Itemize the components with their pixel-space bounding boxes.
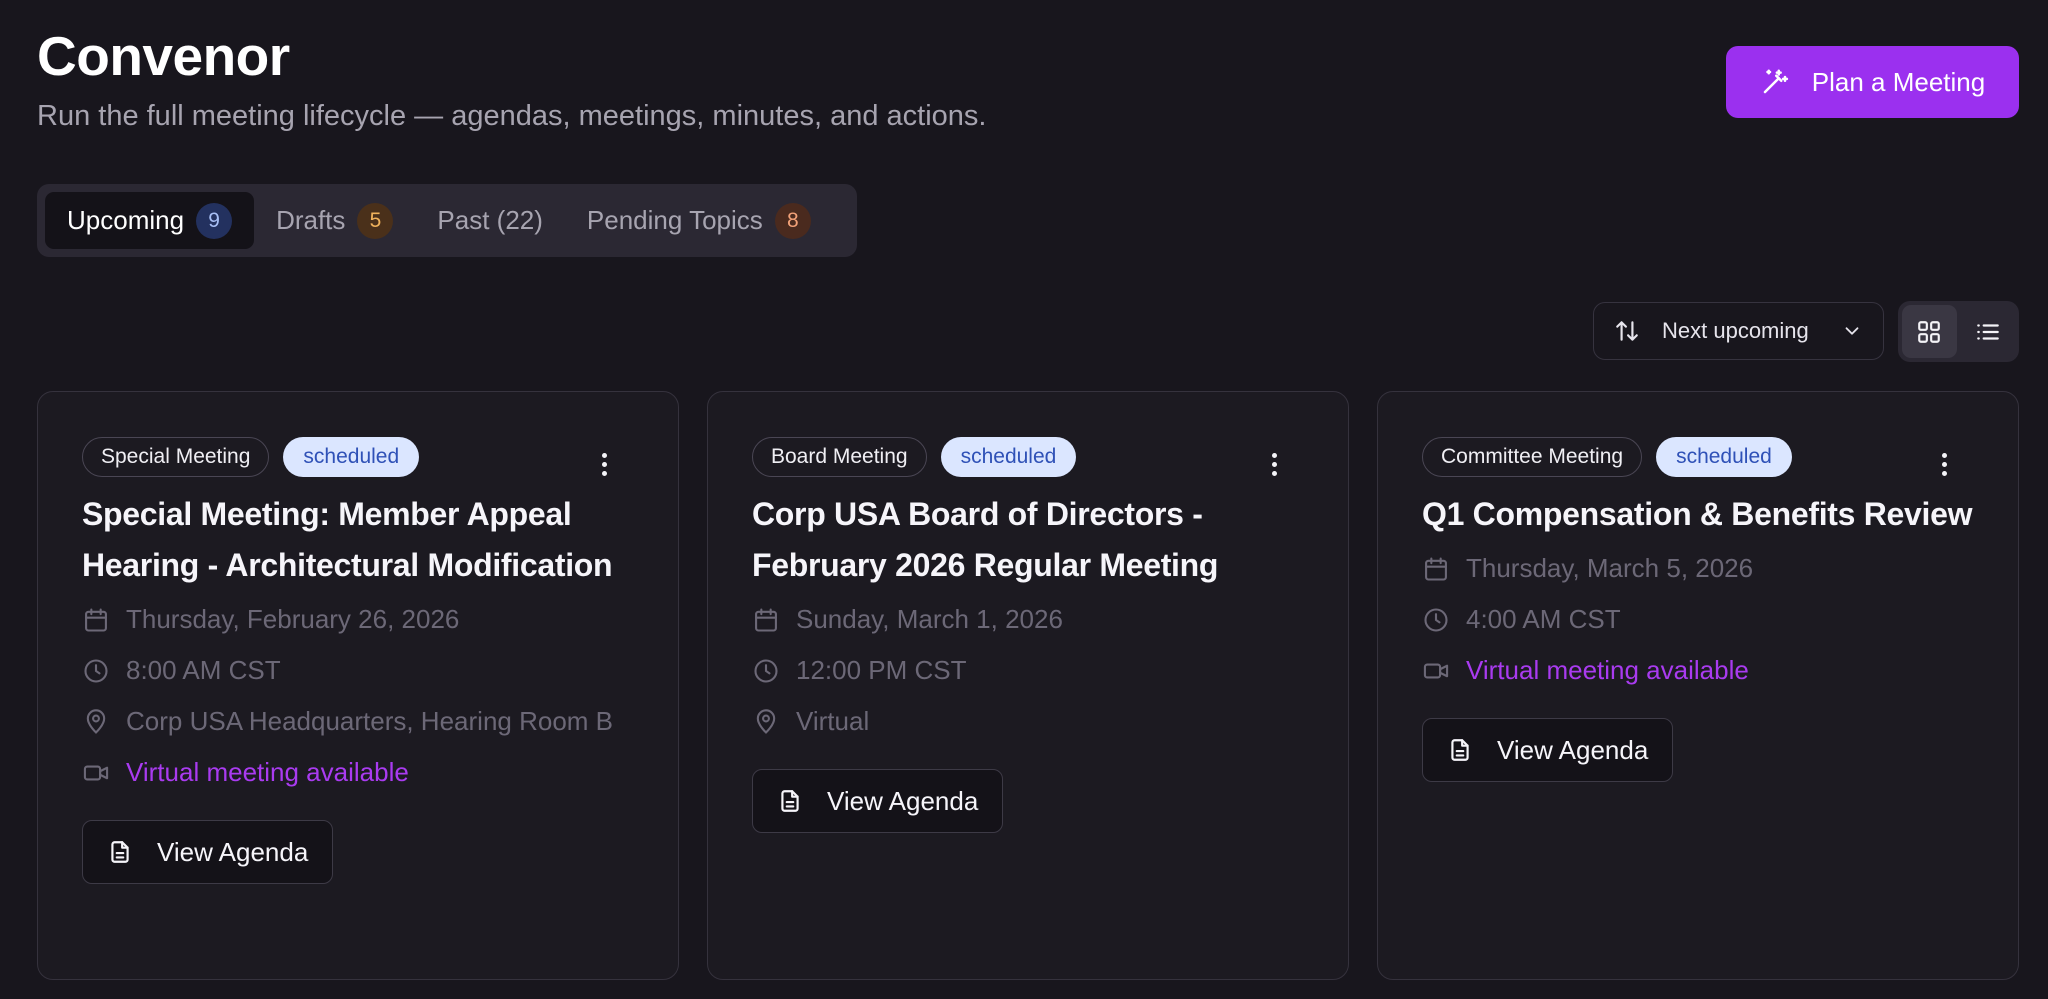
meeting-time: 4:00 AM CST bbox=[1422, 594, 1974, 645]
tab-drafts[interactable]: Drafts 5 bbox=[254, 192, 415, 249]
more-options-icon[interactable] bbox=[1932, 448, 1956, 480]
card-badges: Board Meeting scheduled bbox=[752, 437, 1304, 477]
chevron-down-icon bbox=[1845, 327, 1859, 335]
calendar-icon bbox=[755, 607, 777, 632]
tab-label: Upcoming bbox=[67, 205, 185, 235]
more-options-icon[interactable] bbox=[1262, 448, 1286, 480]
meeting-card[interactable]: Special Meeting scheduled Special Meetin… bbox=[37, 391, 679, 980]
meeting-date: Thursday, February 26, 2026 bbox=[82, 594, 634, 645]
meeting-title: Corp USA Board of Directors - February 2… bbox=[752, 496, 1219, 583]
view-agenda-button[interactable]: View Agenda bbox=[82, 820, 334, 884]
meeting-date: Thursday, March 5, 2026 bbox=[1422, 543, 1974, 594]
map-pin-icon bbox=[86, 708, 106, 734]
sort-dropdown[interactable]: Next upcoming bbox=[1593, 302, 1884, 360]
magic-wand-icon bbox=[1763, 69, 1788, 94]
status-badge: scheduled bbox=[283, 437, 420, 477]
meeting-time: 12:00 PM CST bbox=[752, 645, 1304, 696]
document-icon bbox=[111, 841, 129, 863]
meeting-title: Special Meeting: Member Appeal Hearing -… bbox=[82, 496, 613, 583]
meeting-time-text: 12:00 PM CST bbox=[796, 655, 967, 685]
meeting-time-text: 4:00 AM CST bbox=[1466, 604, 1621, 634]
view-toggle bbox=[1898, 301, 2019, 362]
meeting-time-text: 8:00 AM CST bbox=[126, 655, 281, 685]
plan-meeting-label: Plan a Meeting bbox=[1811, 66, 1986, 97]
meeting-location: Corp USA Headquarters, Hearing Room B bbox=[82, 696, 634, 747]
meeting-card[interactable]: Board Meeting scheduled Corp USA Board o… bbox=[707, 391, 1349, 980]
meeting-type-badge: Special Meeting bbox=[82, 437, 270, 477]
meeting-location-text: Virtual bbox=[796, 706, 870, 736]
meeting-date: Sunday, March 1, 2026 bbox=[752, 594, 1304, 645]
grid-view-button[interactable] bbox=[1902, 305, 1957, 358]
tab-upcoming[interactable]: Upcoming 9 bbox=[45, 192, 255, 249]
calendar-icon bbox=[1425, 556, 1447, 581]
list-icon bbox=[1976, 323, 1999, 340]
meeting-details: Thursday, February 26, 2026 8:00 AM CST … bbox=[82, 594, 634, 798]
video-camera-icon bbox=[83, 765, 109, 780]
view-agenda-button[interactable]: View Agenda bbox=[752, 769, 1004, 833]
tab-label: Drafts bbox=[276, 205, 346, 235]
grid-icon bbox=[1918, 320, 1941, 343]
more-options-icon[interactable] bbox=[592, 448, 616, 480]
app-root: Convenor Run the full meeting lifecycle … bbox=[0, 0, 2048, 999]
meeting-tabs: Upcoming 9 Drafts 5 Past (22) Pending To… bbox=[37, 184, 857, 257]
sort-arrows-icon bbox=[1616, 321, 1638, 341]
view-agenda-button[interactable]: View Agenda bbox=[1422, 718, 1674, 782]
meeting-title: Q1 Compensation & Benefits Review bbox=[1422, 496, 1973, 532]
view-agenda-label: View Agenda bbox=[827, 785, 979, 816]
tab-count-badge: 8 bbox=[774, 202, 811, 239]
meeting-date-text: Sunday, March 1, 2026 bbox=[796, 604, 1063, 634]
meeting-details: Sunday, March 1, 2026 12:00 PM CST Virtu… bbox=[752, 594, 1304, 747]
meeting-time: 8:00 AM CST bbox=[82, 645, 634, 696]
meeting-location: Virtual bbox=[752, 696, 1304, 747]
view-agenda-label: View Agenda bbox=[1497, 734, 1649, 765]
meeting-type-badge: Committee Meeting bbox=[1422, 437, 1643, 477]
status-badge: scheduled bbox=[1656, 437, 1792, 477]
status-badge: scheduled bbox=[940, 437, 1077, 477]
virtual-meeting-link[interactable]: Virtual meeting available bbox=[82, 747, 634, 798]
virtual-meeting-text: Virtual meeting available bbox=[126, 757, 409, 787]
clock-icon bbox=[754, 658, 778, 683]
virtual-meeting-text: Virtual meeting available bbox=[1466, 655, 1749, 685]
document-icon bbox=[1451, 739, 1469, 761]
tab-count-badge: 5 bbox=[357, 202, 394, 239]
plan-meeting-button[interactable]: Plan a Meeting bbox=[1726, 46, 2019, 118]
tab-label: Pending Topics bbox=[586, 205, 763, 235]
calendar-icon bbox=[85, 607, 107, 632]
list-view-button[interactable] bbox=[1961, 305, 2016, 358]
video-camera-icon bbox=[1423, 663, 1449, 678]
card-badges: Committee Meeting scheduled bbox=[1422, 437, 1974, 477]
document-icon bbox=[781, 790, 799, 812]
meeting-date-text: Thursday, March 5, 2026 bbox=[1466, 553, 1754, 583]
virtual-meeting-link[interactable]: Virtual meeting available bbox=[1422, 645, 1974, 696]
page-subtitle: Run the full meeting lifecycle — agendas… bbox=[37, 100, 987, 132]
meeting-location-text: Corp USA Headquarters, Hearing Room B bbox=[126, 706, 614, 736]
meeting-date-text: Thursday, February 26, 2026 bbox=[126, 604, 460, 634]
tab-past[interactable]: Past (22) bbox=[415, 192, 565, 249]
meeting-card[interactable]: Committee Meeting scheduled Q1 Compensat… bbox=[1377, 391, 2019, 980]
map-pin-icon bbox=[756, 708, 776, 734]
clock-icon bbox=[1424, 607, 1448, 632]
tab-count-badge: 9 bbox=[196, 202, 233, 239]
tab-label: Past (22) bbox=[437, 205, 543, 235]
tab-pending-topics[interactable]: Pending Topics 8 bbox=[565, 192, 833, 249]
clock-icon bbox=[84, 658, 108, 683]
page-title: Convenor bbox=[37, 25, 290, 87]
meeting-type-badge: Board Meeting bbox=[752, 437, 927, 477]
card-badges: Special Meeting scheduled bbox=[82, 437, 634, 477]
sort-label: Next upcoming bbox=[1662, 318, 1809, 343]
view-agenda-label: View Agenda bbox=[157, 836, 309, 867]
meeting-details: Thursday, March 5, 2026 4:00 AM CST Virt… bbox=[1422, 543, 1974, 696]
